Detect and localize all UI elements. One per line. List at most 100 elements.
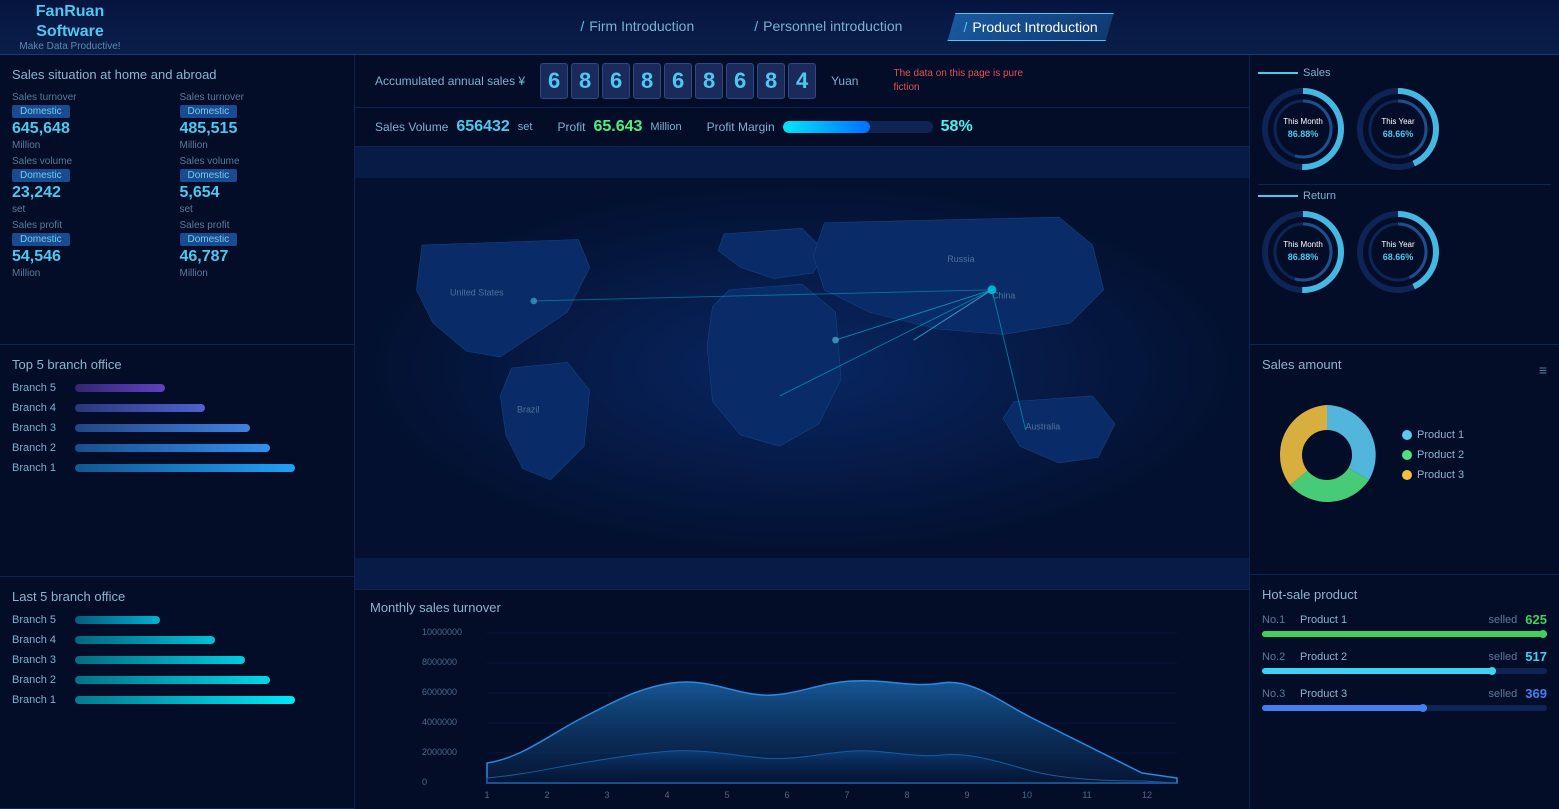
- top5-bars: Branch 5 Branch 4 Branch 3 Branch 2 Bran…: [12, 382, 342, 474]
- digit-block: 6: [602, 63, 630, 99]
- svg-text:68.66%: 68.66%: [1383, 129, 1414, 139]
- sales-stats-section: Sales situation at home and abroad Sales…: [0, 55, 354, 345]
- pie-chart-svg: [1262, 390, 1392, 520]
- tab-product-introduction[interactable]: Product Introduction: [947, 13, 1113, 41]
- hot-bar-container: [1262, 705, 1547, 711]
- digit-block: 8: [633, 63, 661, 99]
- legend-item-1: Product 1: [1402, 429, 1464, 441]
- hot-sale-title: Hot-sale product: [1262, 587, 1547, 602]
- sales-this-month-gauge: This Month 86.88%: [1258, 84, 1348, 174]
- hot-product: Product 1: [1300, 614, 1481, 626]
- branch-label: Branch 3: [12, 422, 67, 434]
- svg-text:Russia: Russia: [947, 254, 974, 264]
- last5-branch-panel: Last 5 branch office Branch 5 Branch 4 B…: [0, 577, 354, 809]
- yuan-label: Yuan: [831, 74, 858, 88]
- sales-volume-label: Sales Volume: [375, 120, 448, 134]
- svg-text:11: 11: [1082, 790, 1091, 800]
- volume-left-value: 23,242: [12, 184, 175, 202]
- svg-text:9: 9: [964, 790, 969, 800]
- logo: FanRuanSoftware Make Data Productive!: [10, 2, 130, 51]
- list-item: No.1 Product 1 selled 625: [1262, 612, 1547, 637]
- branch-bar: [75, 444, 270, 452]
- branch-bar: [75, 464, 295, 472]
- svg-text:5: 5: [724, 790, 729, 800]
- turnover-right-badge: Domestic: [180, 105, 238, 118]
- svg-text:United States: United States: [450, 287, 504, 297]
- top5-title: Top 5 branch office: [12, 357, 342, 372]
- pie-legend: Product 1 Product 2 Product 3: [1402, 429, 1464, 481]
- sales-volume-unit: set: [518, 121, 533, 133]
- pie-chart-area: Product 1 Product 2 Product 3: [1262, 390, 1547, 520]
- menu-icon[interactable]: ≡: [1539, 362, 1547, 378]
- hot-item-row: No.1 Product 1 selled 625: [1262, 612, 1547, 627]
- branch-label: Branch 1: [12, 462, 67, 474]
- turnover-left-value: 645,648: [12, 120, 175, 138]
- gauges-section: Sales This Month 86.88%: [1250, 55, 1559, 345]
- tab-firm-introduction[interactable]: Firm Introduction: [565, 13, 709, 41]
- hot-item-row: No.2 Product 2 selled 517: [1262, 649, 1547, 664]
- turnover-right-unit: Million: [180, 140, 343, 151]
- volume-left-badge: Domestic: [12, 169, 70, 182]
- svg-text:Australia: Australia: [1026, 421, 1061, 431]
- branch-bar: [75, 676, 270, 684]
- list-item: Branch 1: [12, 462, 342, 474]
- digit-block: 8: [695, 63, 723, 99]
- last5-title: Last 5 branch office: [12, 589, 342, 604]
- top5-branch-panel: Top 5 branch office Branch 5 Branch 4 Br…: [0, 345, 354, 577]
- profit-right-value: 46,787: [180, 248, 343, 266]
- svg-text:This Year: This Year: [1381, 117, 1415, 126]
- hot-sale-items: No.1 Product 1 selled 625 No.2 Product 2…: [1262, 612, 1547, 711]
- branch-bar: [75, 696, 295, 704]
- profit-metric: Profit 65.643 Million: [557, 118, 681, 136]
- margin-metric: Profit Margin 58%: [707, 118, 973, 136]
- hot-rank: No.2: [1262, 651, 1292, 663]
- svg-text:Brazil: Brazil: [517, 405, 539, 415]
- volume-right-label: Sales volume: [180, 156, 343, 167]
- hot-bar: [1262, 668, 1496, 674]
- profit-right-badge: Domestic: [180, 233, 238, 246]
- margin-progress: [783, 121, 933, 133]
- svg-text:This Year: This Year: [1381, 240, 1415, 249]
- tab-personnel-introduction[interactable]: Personnel introduction: [739, 13, 917, 41]
- hot-item-row: No.3 Product 3 selled 369: [1262, 686, 1547, 701]
- annual-sales-bar: Accumulated annual sales ¥ 686868684 Yua…: [355, 55, 1249, 108]
- list-item: Branch 1: [12, 694, 342, 706]
- turnover-right-label: Sales turnover: [180, 92, 343, 103]
- svg-text:68.66%: 68.66%: [1383, 252, 1414, 262]
- map-svg: Russia China United States Brazil Austra…: [355, 147, 1249, 589]
- legend-label-2: Product 2: [1417, 449, 1464, 461]
- hot-rank: No.3: [1262, 688, 1292, 700]
- legend-label-1: Product 1: [1417, 429, 1464, 441]
- svg-text:8: 8: [904, 790, 909, 800]
- sales-amount-title: Sales amount: [1262, 357, 1342, 372]
- list-item: Branch 2: [12, 442, 342, 454]
- branch-label: Branch 5: [12, 382, 67, 394]
- hot-count: 625: [1525, 612, 1547, 627]
- turnover-right-value: 485,515: [180, 120, 343, 138]
- hot-selled: selled: [1489, 651, 1518, 663]
- sales-this-year-gauge: This Year 68.66%: [1353, 84, 1443, 174]
- branch-label: Branch 1: [12, 694, 67, 706]
- list-item: No.2 Product 2 selled 517: [1262, 649, 1547, 674]
- stat-cell-turnover-left: Sales turnover Domestic 645,648 Million: [12, 92, 175, 151]
- branch-bar: [75, 616, 160, 624]
- svg-text:4000000: 4000000: [422, 717, 457, 727]
- return-gauge-label: Return: [1303, 190, 1336, 202]
- profit-left-unit: Million: [12, 268, 175, 279]
- hot-bar-wrapper: [1262, 631, 1547, 637]
- hot-count: 517: [1525, 649, 1547, 664]
- annual-label: Accumulated annual sales ¥: [375, 74, 525, 88]
- return-gauges-row: This Month 86.88% This Year 68.66%: [1258, 207, 1551, 297]
- nav-tabs: Firm Introduction Personnel introduction…: [130, 13, 1549, 41]
- profit-right-unit: Million: [180, 268, 343, 279]
- monthly-chart-section: Monthly sales turnover 10000000 8000000 …: [355, 589, 1249, 809]
- stat-cell-volume-right: Sales volume Domestic 5,654 set: [180, 156, 343, 215]
- stat-cell-volume-left: Sales volume Domestic 23,242 set: [12, 156, 175, 215]
- svg-text:6: 6: [784, 790, 789, 800]
- legend-dot-2: [1402, 450, 1412, 460]
- branch-bar: [75, 656, 245, 664]
- svg-text:3: 3: [604, 790, 609, 800]
- stat-row-3: Sales profit Domestic 54,546 Million Sal…: [12, 220, 342, 279]
- sales-volume-value: 656432: [456, 118, 509, 136]
- digit-block: 6: [726, 63, 754, 99]
